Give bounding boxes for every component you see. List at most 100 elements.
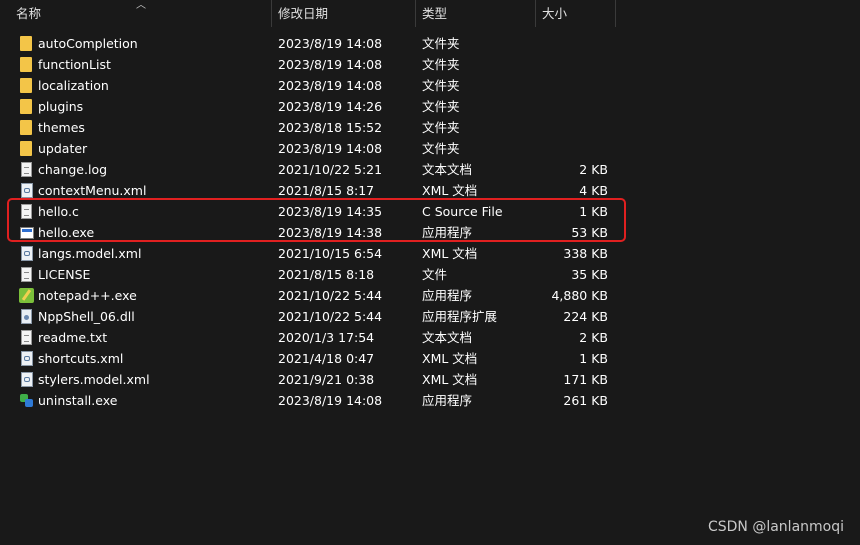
folder-icon <box>20 57 32 72</box>
file-type: 应用程序 <box>422 288 473 303</box>
file-size: 1 KB <box>579 351 608 366</box>
file-type: C Source File <box>422 204 503 219</box>
file-name: stylers.model.xml <box>38 372 150 387</box>
column-header-bar: ︿ 名称 修改日期 类型 大小 <box>0 0 860 27</box>
dll-file-icon <box>21 309 32 324</box>
file-type: 文件 <box>422 267 448 282</box>
file-row-stylers.model.xml[interactable]: stylers.model.xml 2021/9/21 0:38 XML 文档 … <box>0 369 860 390</box>
file-name: hello.c <box>38 204 79 219</box>
file-type: 文件夹 <box>422 36 460 51</box>
file-name: langs.model.xml <box>38 246 142 261</box>
text-file-icon <box>21 162 32 177</box>
file-name: LICENSE <box>38 267 91 282</box>
file-row-change.log[interactable]: change.log 2021/10/22 5:21 文本文档 2 KB <box>0 159 860 180</box>
file-row-functionList[interactable]: functionList 2023/8/19 14:08 文件夹 <box>0 54 860 75</box>
file-size: 4,880 KB <box>551 288 608 303</box>
file-size: 4 KB <box>579 183 608 198</box>
file-date-modified: 2021/10/22 5:44 <box>278 288 383 303</box>
file-row-plugins[interactable]: plugins 2023/8/19 14:26 文件夹 <box>0 96 860 117</box>
text-file-icon <box>21 204 32 219</box>
file-date-modified: 2021/10/22 5:21 <box>278 162 383 177</box>
file-date-modified: 2023/8/19 14:08 <box>278 36 383 51</box>
file-row-hello.exe[interactable]: hello.exe 2023/8/19 14:38 应用程序 53 KB <box>0 222 860 243</box>
file-date-modified: 2023/8/19 14:35 <box>278 204 383 219</box>
file-type: 文件夹 <box>422 57 460 72</box>
file-row-readme.txt[interactable]: readme.txt 2020/1/3 17:54 文本文档 2 KB <box>0 327 860 348</box>
notepad-plus-plus-icon <box>19 288 34 303</box>
file-size: 224 KB <box>563 309 608 324</box>
file-date-modified: 2021/10/22 5:44 <box>278 309 383 324</box>
file-size: 53 KB <box>571 225 608 240</box>
file-size: 2 KB <box>579 162 608 177</box>
file-size: 35 KB <box>571 267 608 282</box>
file-name: localization <box>38 78 109 93</box>
file-row-updater[interactable]: updater 2023/8/19 14:08 文件夹 <box>0 138 860 159</box>
file-name: uninstall.exe <box>38 393 118 408</box>
file-date-modified: 2023/8/18 15:52 <box>278 120 383 135</box>
file-name: contextMenu.xml <box>38 183 147 198</box>
folder-icon <box>20 36 32 51</box>
xml-file-icon <box>21 183 33 198</box>
file-type: 文本文档 <box>422 330 473 345</box>
file-name: themes <box>38 120 85 135</box>
file-row-uninstall.exe[interactable]: uninstall.exe 2023/8/19 14:08 应用程序 261 K… <box>0 390 860 411</box>
file-row-notepad++.exe[interactable]: notepad++.exe 2021/10/22 5:44 应用程序 4,880… <box>0 285 860 306</box>
column-divider[interactable] <box>615 0 616 27</box>
file-date-modified: 2023/8/19 14:08 <box>278 57 383 72</box>
file-type: 应用程序扩展 <box>422 309 498 324</box>
file-row-NppShell_06.dll[interactable]: NppShell_06.dll 2021/10/22 5:44 应用程序扩展 2… <box>0 306 860 327</box>
file-row-LICENSE[interactable]: LICENSE 2021/8/15 8:18 文件 35 KB <box>0 264 860 285</box>
file-row-shortcuts.xml[interactable]: shortcuts.xml 2021/4/18 0:47 XML 文档 1 KB <box>0 348 860 369</box>
column-header-name[interactable]: 名称 <box>10 0 272 27</box>
file-type: 文件夹 <box>422 120 460 135</box>
text-file-icon <box>21 267 32 282</box>
xml-file-icon <box>21 372 33 387</box>
file-list: autoCompletion 2023/8/19 14:08 文件夹 funct… <box>0 33 860 411</box>
column-header-date-modified[interactable]: 修改日期 <box>272 0 415 27</box>
file-date-modified: 2023/8/19 14:38 <box>278 225 383 240</box>
file-type: 文件夹 <box>422 78 460 93</box>
file-date-modified: 2023/8/19 14:26 <box>278 99 383 114</box>
file-row-localization[interactable]: localization 2023/8/19 14:08 文件夹 <box>0 75 860 96</box>
folder-icon <box>20 141 32 156</box>
column-header-type[interactable]: 类型 <box>416 0 535 27</box>
file-name: shortcuts.xml <box>38 351 124 366</box>
file-type: 应用程序 <box>422 393 473 408</box>
file-size: 1 KB <box>579 204 608 219</box>
file-row-langs.model.xml[interactable]: langs.model.xml 2021/10/15 6:54 XML 文档 3… <box>0 243 860 264</box>
file-name: readme.txt <box>38 330 108 345</box>
file-date-modified: 2021/8/15 8:18 <box>278 267 375 282</box>
file-size: 338 KB <box>563 246 608 261</box>
file-date-modified: 2021/4/18 0:47 <box>278 351 375 366</box>
file-date-modified: 2023/8/19 14:08 <box>278 393 383 408</box>
file-name: notepad++.exe <box>38 288 137 303</box>
file-type: XML 文档 <box>422 246 478 261</box>
file-date-modified: 2020/1/3 17:54 <box>278 330 375 345</box>
file-type: XML 文档 <box>422 372 478 387</box>
column-header-size[interactable]: 大小 <box>536 0 615 27</box>
file-row-autoCompletion[interactable]: autoCompletion 2023/8/19 14:08 文件夹 <box>0 33 860 54</box>
file-name: plugins <box>38 99 84 114</box>
file-row-hello.c[interactable]: hello.c 2023/8/19 14:35 C Source File 1 … <box>0 201 860 222</box>
folder-icon <box>20 120 32 135</box>
file-date-modified: 2021/10/15 6:54 <box>278 246 383 261</box>
folder-icon <box>20 78 32 93</box>
file-size: 171 KB <box>563 372 608 387</box>
file-row-themes[interactable]: themes 2023/8/18 15:52 文件夹 <box>0 117 860 138</box>
application-icon <box>20 227 34 239</box>
uninstaller-icon <box>19 393 34 408</box>
file-row-contextMenu.xml[interactable]: contextMenu.xml 2021/8/15 8:17 XML 文档 4 … <box>0 180 860 201</box>
file-type: 应用程序 <box>422 225 473 240</box>
file-type: 文件夹 <box>422 141 460 156</box>
file-type: XML 文档 <box>422 183 478 198</box>
file-type: 文件夹 <box>422 99 460 114</box>
file-date-modified: 2023/8/19 14:08 <box>278 78 383 93</box>
file-name: NppShell_06.dll <box>38 309 135 324</box>
file-name: change.log <box>38 162 108 177</box>
file-name: updater <box>38 141 88 156</box>
file-type: 文本文档 <box>422 162 473 177</box>
file-date-modified: 2021/8/15 8:17 <box>278 183 375 198</box>
file-size: 261 KB <box>563 393 608 408</box>
file-type: XML 文档 <box>422 351 478 366</box>
file-name: functionList <box>38 57 111 72</box>
